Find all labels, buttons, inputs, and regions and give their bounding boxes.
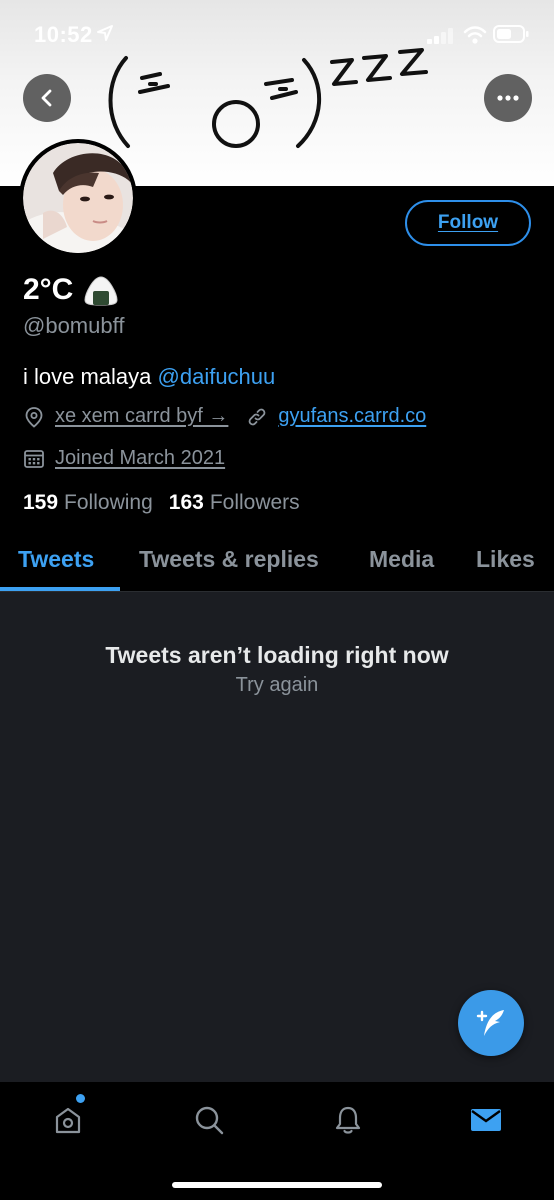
bio-text: i love malaya xyxy=(23,364,158,389)
more-options-button[interactable] xyxy=(484,74,532,122)
messages-icon xyxy=(471,1109,501,1131)
home-notification-dot xyxy=(76,1094,85,1103)
back-button[interactable] xyxy=(23,74,71,122)
following-link[interactable]: 159 Following xyxy=(23,491,153,515)
active-tab-indicator xyxy=(0,587,120,591)
profile-bio: i love malaya @daifuchuu xyxy=(23,364,275,390)
calendar-icon xyxy=(24,449,44,468)
profile-handle: @bomubff xyxy=(23,313,125,338)
followers-count: 163 xyxy=(168,491,204,514)
chevron-left-icon xyxy=(41,89,52,107)
home-icon xyxy=(55,1107,81,1134)
profile-tabs: Tweets Tweets & replies Media Likes xyxy=(0,532,554,592)
bio-mention-link[interactable]: @daifuchuu xyxy=(158,364,276,389)
profile-joined-date: Joined March 2021 xyxy=(55,447,226,469)
location-pin-icon xyxy=(25,406,43,428)
tab-tweets-and-replies[interactable]: Tweets & replies xyxy=(139,546,319,573)
link-icon xyxy=(249,408,266,425)
status-time: 10:52 xyxy=(34,22,93,47)
nav-messages[interactable] xyxy=(466,1100,506,1140)
notifications-icon xyxy=(335,1106,361,1134)
bottom-navigation xyxy=(0,1082,554,1200)
tab-media[interactable]: Media xyxy=(369,546,434,573)
nav-notifications[interactable] xyxy=(328,1100,368,1140)
followers-link[interactable]: 163 Followers xyxy=(169,491,300,515)
error-message: Tweets aren’t loading right now xyxy=(105,642,449,668)
profile-website-link[interactable]: gyufans.carrd.co xyxy=(278,405,426,428)
avatar[interactable] xyxy=(19,139,137,257)
more-horizontal-icon xyxy=(497,95,519,101)
battery-icon xyxy=(493,25,529,43)
display-name-text: 2°C xyxy=(23,273,74,306)
profile-location: xe xem carrd byf → xyxy=(55,405,229,427)
search-icon xyxy=(195,1106,224,1135)
home-indicator-bar xyxy=(172,1182,382,1188)
onigiri-emoji-icon xyxy=(84,276,118,306)
profile-meta-joined: Joined March 2021 xyxy=(23,447,225,470)
location-arrow-icon xyxy=(97,25,113,41)
display-name: 2°C xyxy=(23,273,119,307)
avatar-photo xyxy=(23,143,133,253)
nav-search[interactable] xyxy=(189,1100,229,1140)
tab-likes[interactable]: Likes xyxy=(476,546,535,573)
try-again-button[interactable]: Try again xyxy=(0,674,554,697)
profile-meta-location-website: xe xem carrd byf → gyufans.carrd.co xyxy=(23,405,426,428)
compose-feather-icon xyxy=(476,1010,504,1036)
cellular-signal-icon xyxy=(427,28,453,44)
compose-tweet-button[interactable] xyxy=(458,990,524,1056)
followers-label: Followers xyxy=(209,491,300,514)
status-bar: 10:52 xyxy=(0,0,554,66)
profile-stats: 159 Following 163 Followers xyxy=(23,491,300,515)
tab-tweets[interactable]: Tweets xyxy=(18,546,94,573)
nav-home[interactable] xyxy=(48,1100,88,1140)
follow-button[interactable]: Follow xyxy=(405,200,531,246)
wifi-icon xyxy=(463,26,487,44)
following-count: 159 xyxy=(23,491,59,514)
following-label: Following xyxy=(64,491,153,514)
